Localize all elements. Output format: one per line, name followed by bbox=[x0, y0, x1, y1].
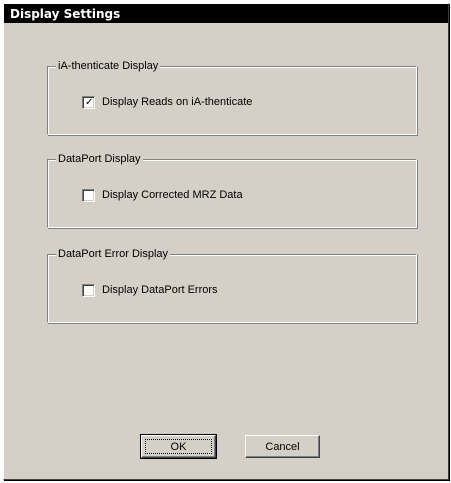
display-dataport-errors-checkbox-row[interactable]: Display DataPort Errors bbox=[82, 283, 218, 297]
group-legend-dataport-error: DataPort Error Display bbox=[56, 247, 171, 261]
group-dataport-error-display: DataPort Error Display Display DataPort … bbox=[47, 247, 417, 323]
checkmark-icon: ✓ bbox=[85, 96, 94, 108]
cancel-button[interactable]: Cancel bbox=[245, 435, 320, 458]
display-corrected-mrz-checkbox-row[interactable]: Display Corrected MRZ Data bbox=[82, 188, 243, 202]
display-reads-checkbox-row[interactable]: ✓ Display Reads on iA-thenticate bbox=[82, 95, 252, 109]
display-dataport-errors-label: Display DataPort Errors bbox=[102, 284, 218, 296]
display-dataport-errors-checkbox[interactable] bbox=[82, 283, 95, 297]
title-bar[interactable]: Display Settings bbox=[4, 4, 448, 23]
dialog-title: Display Settings bbox=[10, 7, 121, 21]
display-corrected-mrz-label: Display Corrected MRZ Data bbox=[102, 189, 243, 201]
display-reads-label: Display Reads on iA-thenticate bbox=[102, 96, 253, 108]
group-dataport-display: DataPort Display Display Corrected MRZ D… bbox=[47, 152, 417, 228]
display-settings-dialog: Display Settings iA-thenticate Display ✓… bbox=[3, 3, 449, 480]
ok-button[interactable]: OK bbox=[140, 434, 217, 459]
group-legend-dataport: DataPort Display bbox=[56, 152, 143, 166]
display-reads-checkbox[interactable]: ✓ bbox=[82, 95, 95, 109]
group-legend-ia-thenticate: iA-thenticate Display bbox=[56, 59, 161, 73]
ok-button-label: OK bbox=[170, 440, 187, 453]
cancel-button-label: Cancel bbox=[265, 440, 300, 453]
display-corrected-mrz-checkbox[interactable] bbox=[82, 188, 95, 202]
group-ia-thenticate-display: iA-thenticate Display ✓ Display Reads on… bbox=[47, 59, 417, 135]
